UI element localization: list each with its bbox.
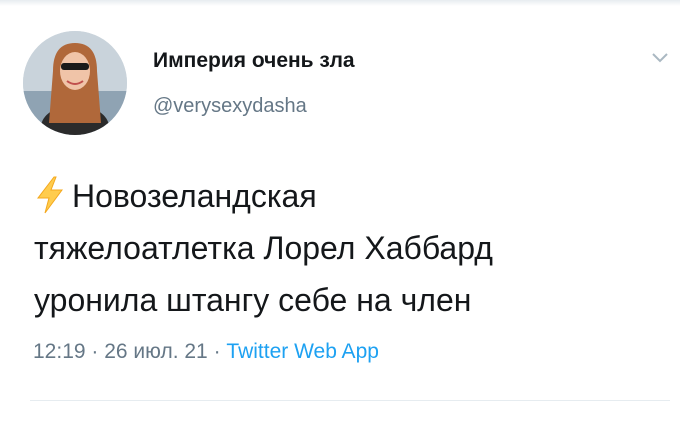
user-handle[interactable]: @verysexydasha	[153, 95, 307, 118]
tweet-date[interactable]: 26 июл. 21	[104, 340, 208, 363]
meta-separator: ·	[207, 340, 227, 363]
tweet-line: тяжелоатлетка Лорел Хаббард	[34, 230, 493, 266]
chevron-down-icon[interactable]	[650, 50, 670, 64]
lightning-bolt-icon	[36, 176, 63, 214]
tweet-meta: 12:19 · 26 июл. 21 · Twitter Web App	[33, 340, 379, 364]
avatar-photo	[23, 31, 127, 135]
bottom-divider	[30, 400, 670, 401]
avatar[interactable]	[23, 31, 127, 135]
tweet-time[interactable]: 12:19	[33, 340, 86, 363]
display-name[interactable]: Империя очень зла	[153, 49, 355, 73]
tweet-line: уронила штангу себе на член	[34, 282, 472, 318]
tweet-line-text: Новозеландская	[72, 178, 317, 214]
top-divider	[0, 0, 680, 6]
tweet-text: Новозеландская тяжелоатлетка Лорел Хабба…	[34, 170, 670, 326]
tweet-source-link[interactable]: Twitter Web App	[226, 340, 379, 363]
tweet-line: Новозеландская	[34, 170, 670, 222]
meta-separator: ·	[85, 340, 105, 363]
